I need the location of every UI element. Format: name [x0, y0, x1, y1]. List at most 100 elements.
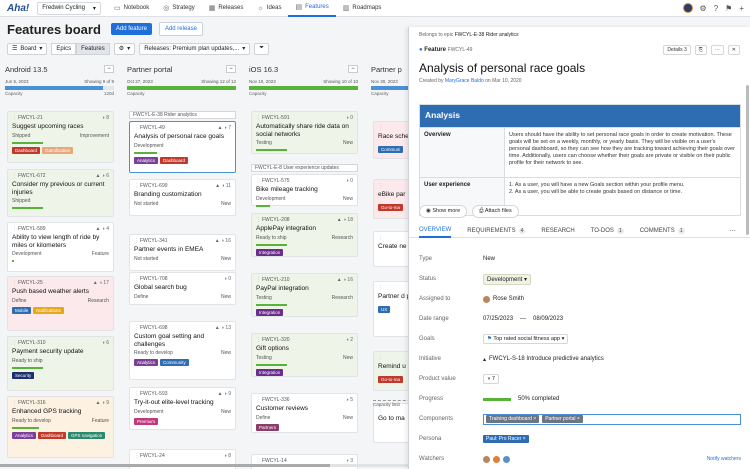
drag-handle-icon[interactable]: ⋮ — [12, 226, 17, 232]
feature-id[interactable]: FWCYL-593 — [140, 391, 168, 397]
details-button[interactable]: Details 3 — [663, 45, 691, 55]
tab-overview[interactable]: OVERVIEW — [419, 225, 452, 238]
feature-id[interactable]: FWCYL-316 — [18, 400, 46, 406]
release-name[interactable]: iOS 16.3 — [249, 65, 278, 74]
feature-card[interactable]: ⋮FWCYL-336 ◑ 5 Customer reviews Define New Pa… — [251, 393, 358, 433]
persona-chip[interactable]: Paul: Pro Racer × — [483, 435, 529, 443]
drag-handle-icon[interactable]: ⋮ — [134, 453, 139, 459]
feature-tag[interactable]: Community — [160, 359, 189, 366]
status-field[interactable]: Development ▾ — [483, 273, 532, 285]
feature-card[interactable]: ⋮ Create ne — [373, 231, 408, 267]
epic-group-header[interactable]: FWCYL-E-8 User experience updates — [251, 164, 358, 172]
drag-handle-icon[interactable]: ⋮ — [378, 355, 383, 361]
nav-roadmaps[interactable]: ▥ Roadmaps — [336, 0, 389, 17]
notifications-icon[interactable]: ⚑ — [725, 4, 732, 13]
releases-filter[interactable]: Releases: Premium plan updates,... ▾ — [139, 42, 251, 55]
feature-tag[interactable]: Analytics — [134, 156, 159, 164]
panel-scrollbar[interactable] — [746, 85, 749, 235]
add-release-button[interactable]: Add release — [158, 22, 203, 36]
feature-tag[interactable]: GPS navigation — [68, 431, 106, 439]
feature-id[interactable]: FWCYL-21 — [18, 115, 43, 121]
feature-card[interactable]: ⋮FWCYL-698 ▲ ◑ 13 Custom goal setting and … — [129, 321, 236, 380]
drag-handle-icon[interactable]: ⋮ — [12, 115, 17, 121]
feature-tag[interactable]: Integration — [256, 368, 284, 376]
feature-tag[interactable]: Dashboard — [160, 156, 189, 164]
feature-card[interactable]: ⋮FWCYL-575 ◑ 0 Bike mileage tracking Develo… — [251, 174, 358, 207]
feature-tag[interactable]: Dashboard — [38, 431, 67, 439]
feature-card[interactable]: ⋮ Partner d prizes UX — [373, 281, 408, 337]
drag-handle-icon[interactable]: ⋮ — [134, 391, 139, 397]
drag-handle-icon[interactable]: ⋮ — [256, 178, 261, 184]
copy-icon[interactable]: ⎘ — [694, 45, 707, 55]
component-chip[interactable]: Training dashboard × — [486, 415, 540, 423]
drag-handle-icon[interactable]: ⋮ — [256, 217, 261, 223]
feature-card[interactable]: ⋮FWCYL-49 ▲ ◑ 7 Analysis of personal race … — [129, 121, 236, 173]
feature-card[interactable]: ⋮ eBike par Go-to-ma — [373, 179, 408, 219]
more-icon[interactable]: ⋯ — [710, 45, 724, 55]
drag-handle-icon[interactable]: ⋮ — [256, 337, 261, 343]
feature-tag[interactable]: Integration — [256, 308, 284, 316]
component-chip[interactable]: Partner portal × — [542, 415, 583, 423]
feature-id[interactable]: FWCYL-589 — [18, 226, 46, 232]
board-horizontal-scrollbar[interactable] — [0, 464, 408, 467]
feature-id[interactable]: FWCYL-591 — [262, 115, 290, 121]
feature-card[interactable]: ⋮FWCYL-593 ▲ ◑ 9 Try-it-out elite-level tr… — [129, 387, 236, 430]
release-name[interactable]: Android 13.5 — [5, 65, 48, 74]
settings-icon[interactable]: ⚙ — [700, 4, 707, 13]
feature-title[interactable]: Analysis of personal race goals — [409, 57, 750, 75]
feature-card[interactable]: ⋮FWCYL-341 ▲ ◑ 16 Partner events in EMEA No… — [129, 234, 236, 271]
feature-card[interactable]: ⋮FWCYL-699 ▲ ◑ 11 Branding customization No… — [129, 179, 236, 216]
drag-handle-icon[interactable]: ⋮ — [12, 173, 17, 179]
tabs-more-icon[interactable]: ⋯ — [729, 227, 736, 235]
feature-card[interactable]: ⋮ Race sche Communi — [373, 121, 408, 159]
feature-id[interactable]: FWCYL-708 — [140, 276, 168, 282]
tab-requirements[interactable]: REQUIREMENTS 4 — [467, 225, 526, 238]
feature-id[interactable]: FWCYL-24 — [140, 453, 165, 459]
nav-notebook[interactable]: ▭ Notebook — [107, 0, 156, 17]
date-range-field[interactable]: 07/25/2023—08/09/2023 — [483, 316, 741, 322]
drag-handle-icon[interactable]: ⋮ — [256, 115, 261, 121]
feature-card[interactable]: ⋮FWCYL-310 ◑ 6 Payment security update Read… — [7, 336, 114, 391]
watchers-field[interactable]: Notify watchers — [483, 455, 741, 463]
feature-tag[interactable]: Notifications — [33, 306, 64, 314]
drag-handle-icon[interactable]: ⋮ — [134, 125, 139, 131]
drag-handle-icon[interactable]: ⋮ — [12, 280, 17, 286]
column-menu-icon[interactable]: − — [348, 65, 358, 73]
column-menu-icon[interactable]: − — [226, 65, 236, 73]
drag-handle-icon[interactable]: ⋮ — [378, 183, 383, 189]
drag-handle-icon[interactable]: ⋮ — [134, 238, 139, 244]
nav-ideas[interactable]: ☼ Ideas — [250, 0, 288, 17]
progress-field[interactable]: 50% completed — [483, 396, 741, 402]
feature-tag[interactable]: UX — [378, 305, 391, 313]
product-value-field[interactable]: ◑ 7 — [483, 374, 499, 384]
feature-tag[interactable]: Analytics — [134, 359, 159, 366]
feature-id[interactable]: FWCYL-575 — [262, 178, 290, 184]
feature-card[interactable]: ⋮FWCYL-591 ◑ 0 Automatically share ride da… — [251, 111, 358, 154]
nav-features[interactable]: ▤ Features — [288, 0, 336, 17]
drag-handle-icon[interactable]: ⋮ — [256, 397, 261, 403]
workspace-selector[interactable]: Fredwin Cycling ▾ — [37, 1, 101, 15]
feature-card[interactable]: ⋮FWCYL-21 ◑ 8 Suggest upcoming races Shippe… — [7, 111, 114, 163]
feature-card[interactable]: ⋮ Remind u Go-to-ma — [373, 351, 408, 391]
epic-group-header[interactable]: FWCYL-E-38 Rider analytics — [129, 111, 236, 119]
feature-card[interactable]: ⋮FWCYL-210 ▲ ◑ 16 PayPal integration Testin… — [251, 273, 358, 317]
show-more-button[interactable]: ◉ Show more — [419, 205, 468, 218]
feature-card[interactable]: ⋮FWCYL-25 ▲ ◑ 17 Push based weather alerts… — [7, 276, 114, 331]
user-avatar[interactable] — [682, 3, 693, 13]
drag-handle-icon[interactable]: ⋮ — [12, 340, 17, 346]
feature-tag[interactable]: Communi — [378, 145, 404, 153]
remove-icon[interactable]: × — [533, 416, 536, 422]
drag-handle-icon[interactable]: ⋮ — [12, 400, 17, 406]
feature-tag[interactable]: Gamification — [42, 146, 74, 154]
drag-handle-icon[interactable]: ⋮ — [378, 125, 383, 131]
feature-id[interactable]: FWCYL-341 — [140, 238, 168, 244]
drag-handle-icon[interactable]: ⋮ — [378, 285, 383, 291]
nav-releases[interactable]: ▦ Releases — [202, 0, 251, 17]
type-field[interactable]: New — [483, 256, 741, 262]
feature-card[interactable]: ⋮FWCYL-208 ▲ ◑ 18 ApplePay integration Read… — [251, 213, 358, 257]
tab-research[interactable]: RESEARCH — [541, 225, 574, 238]
attach-files-button[interactable]: ⎙ Attach files — [472, 205, 519, 218]
analysis-description[interactable]: Analysis Overview Users should have the … — [419, 104, 741, 216]
epic-link[interactable]: FWCYL-E-38 Rider analytics — [455, 32, 519, 38]
goals-field[interactable]: ⚑ Top rated social fitness app ▾ — [483, 334, 569, 344]
